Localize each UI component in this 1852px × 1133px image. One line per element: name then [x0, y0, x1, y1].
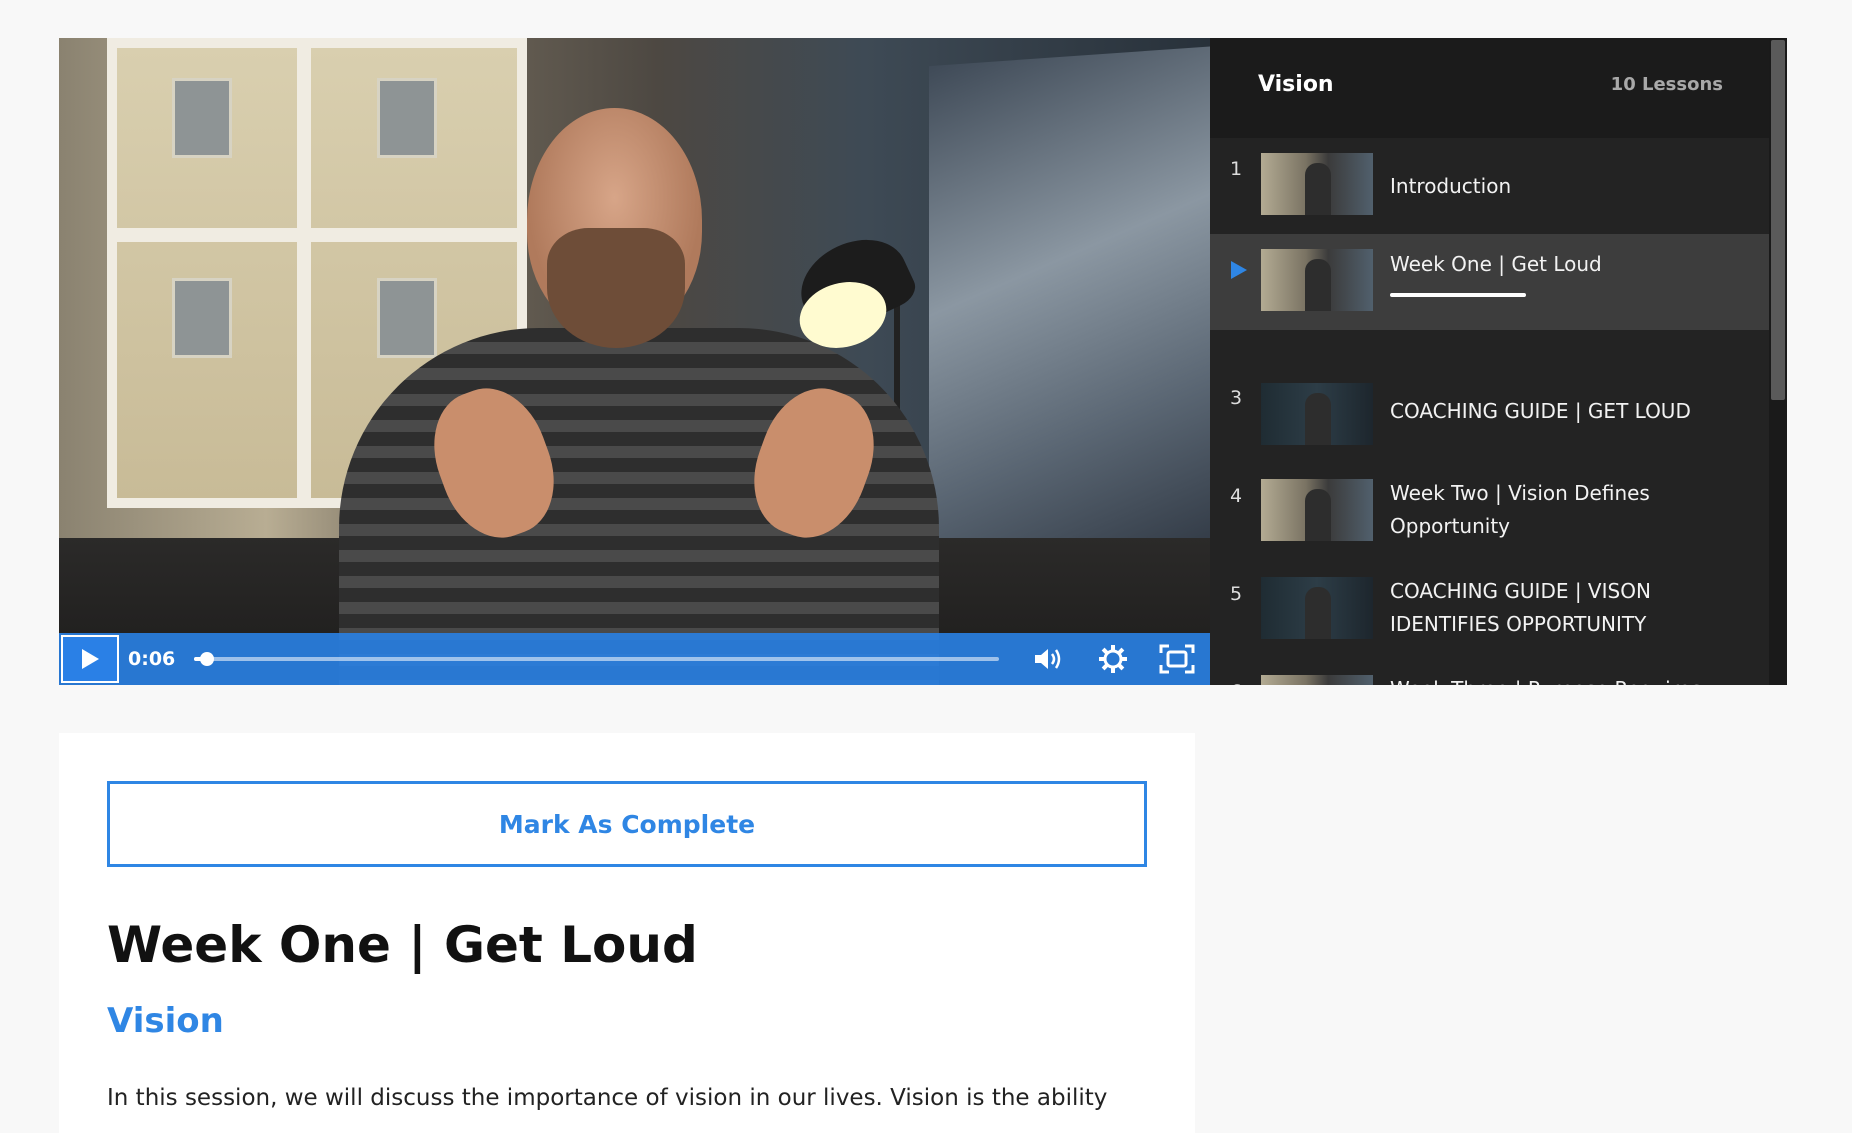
playlist-item[interactable]: 4 Week Two | Vision Defines Opportunity: [1210, 425, 1769, 541]
play-button[interactable]: [61, 635, 119, 683]
lesson-number: 5: [1230, 583, 1243, 605]
lesson-progress-bar: [1390, 293, 1526, 297]
lesson-thumbnail: [1261, 249, 1373, 311]
lesson-title: COACHING GUIDE | GET LOUD: [1390, 399, 1691, 423]
mark-complete-button[interactable]: Mark As Complete: [107, 781, 1147, 867]
lesson-title: Week One | Get Loud: [1390, 252, 1602, 276]
playlist-item[interactable]: 6 Week Three | Purpose Requires Guardrai…: [1210, 621, 1769, 685]
playlist-item-active[interactable]: Week One | Get Loud: [1210, 234, 1769, 330]
module-link[interactable]: Vision: [107, 1001, 224, 1041]
playlist-item[interactable]: 3 COACHING GUIDE | GET LOUD: [1210, 331, 1769, 445]
lesson-description: In this session, we will discuss the imp…: [107, 1085, 1108, 1111]
playlist-scrollbar-thumb[interactable]: [1771, 40, 1785, 400]
playlist-item[interactable]: 1 Introduction: [1210, 138, 1769, 232]
lesson-heading: Week One | Get Loud: [107, 916, 698, 974]
playlist-scrollbar[interactable]: [1769, 38, 1787, 685]
playlist-header: Vision 10 Lessons: [1210, 38, 1787, 138]
playlist-item[interactable]: 5 COACHING GUIDE | VISON IDENTIFIES OPPO…: [1210, 523, 1769, 639]
playlist-title: Vision: [1258, 72, 1334, 97]
current-time: 0:06: [128, 648, 176, 670]
lesson-count: 10 Lessons: [1610, 74, 1723, 95]
video-player: 0:06 Vision 10 Lessons 1 Introduction We…: [59, 38, 1787, 685]
fullscreen-button[interactable]: [1145, 633, 1209, 685]
lesson-content: Mark As Complete Week One | Get Loud Vis…: [59, 733, 1195, 1133]
play-icon: [82, 649, 99, 669]
lesson-thumbnail: [1261, 153, 1373, 215]
now-playing-icon: [1231, 261, 1247, 279]
lesson-number: 4: [1230, 485, 1243, 507]
settings-button[interactable]: [1081, 633, 1145, 685]
lesson-number: 3: [1230, 387, 1243, 409]
gear-icon: [1099, 645, 1127, 673]
fullscreen-icon: [1159, 644, 1195, 674]
volume-icon: [1035, 649, 1061, 669]
lesson-thumbnail: [1261, 675, 1373, 685]
seek-bar-handle[interactable]: [200, 652, 215, 666]
seek-bar[interactable]: [194, 652, 999, 666]
lesson-title: Introduction: [1390, 174, 1512, 198]
volume-button[interactable]: [1017, 633, 1081, 685]
lesson-number: 6: [1230, 681, 1242, 685]
player-controls: 0:06: [59, 633, 1210, 685]
lesson-playlist: Vision 10 Lessons 1 Introduction Week On…: [1210, 38, 1787, 685]
lesson-title: Week Three | Purpose Requires Guardrails: [1390, 673, 1730, 685]
video-frame[interactable]: 0:06: [59, 38, 1210, 685]
video-scene-artwork: [929, 45, 1210, 587]
lesson-number: 1: [1230, 158, 1243, 180]
